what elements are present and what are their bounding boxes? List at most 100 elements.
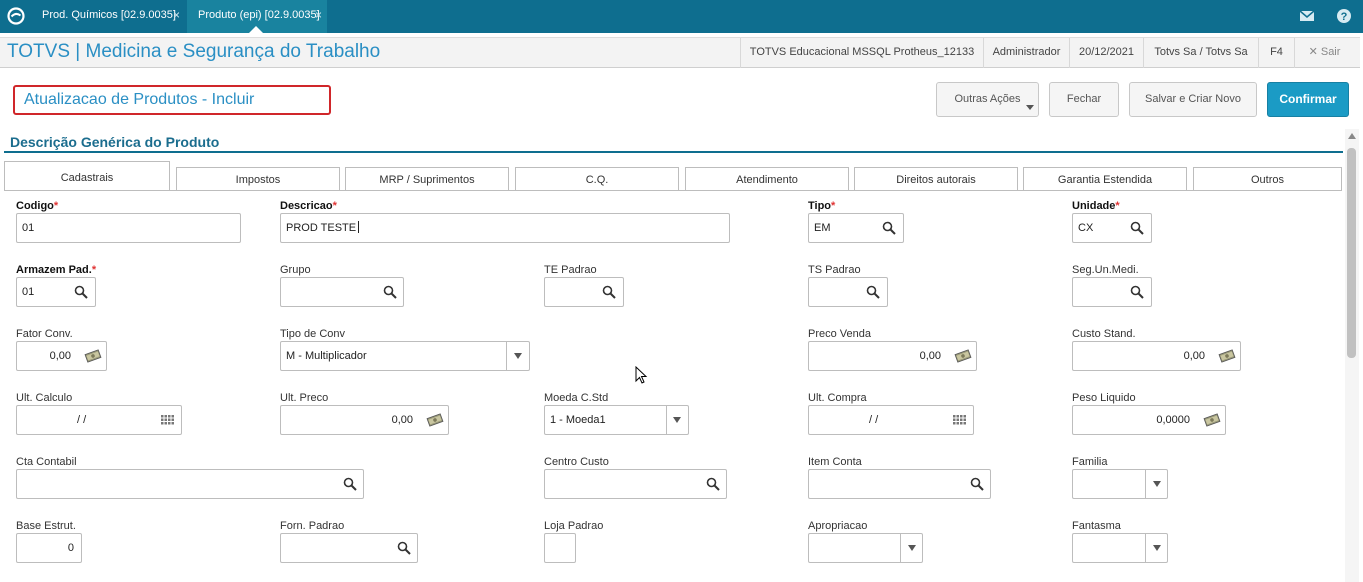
- money-icon[interactable]: [954, 349, 972, 363]
- money-icon[interactable]: [1218, 349, 1236, 363]
- mail-icon[interactable]: [1298, 8, 1316, 24]
- close-button[interactable]: Fechar: [1049, 82, 1119, 117]
- codigo-input[interactable]: 01: [16, 213, 241, 243]
- tab-atendimento[interactable]: Atendimento: [685, 167, 849, 191]
- search-icon[interactable]: [74, 285, 88, 299]
- tab-direitos-autorais[interactable]: Direitos autorais: [854, 167, 1018, 191]
- search-icon[interactable]: [383, 285, 397, 299]
- fator-conv-input[interactable]: 0,00: [16, 341, 107, 371]
- centro-custo-label: Centro Custo: [544, 456, 609, 468]
- money-icon[interactable]: [84, 349, 102, 363]
- totvs-logo-icon[interactable]: [6, 6, 26, 26]
- ult-calculo-value: / /: [77, 414, 87, 426]
- chevron-down-icon[interactable]: [673, 417, 681, 423]
- search-icon[interactable]: [397, 541, 411, 555]
- tab-prod-quimicos[interactable]: Prod. Químicos [02.9.0035] ×: [31, 0, 185, 33]
- close-icon[interactable]: ×: [173, 0, 180, 31]
- ts-padrao-input[interactable]: [808, 277, 888, 307]
- app-header: TOTVS | Medicina e Segurança do Trabalho…: [0, 37, 1360, 68]
- search-icon[interactable]: [602, 285, 616, 299]
- calendar-icon[interactable]: [952, 413, 966, 427]
- active-tab-indicator: [249, 26, 263, 33]
- ult-calculo-label: Ult. Calculo: [16, 392, 73, 404]
- tipo-value: EM: [814, 222, 831, 234]
- armazem-input[interactable]: 01: [16, 277, 96, 307]
- tab-cadastrais[interactable]: Cadastrais: [4, 161, 170, 191]
- fantasma-select[interactable]: [1072, 533, 1168, 563]
- tab-divider: [4, 190, 1342, 191]
- item-conta-input[interactable]: [808, 469, 991, 499]
- shortcut-f4[interactable]: F4: [1258, 38, 1294, 68]
- unidade-input[interactable]: CX: [1072, 213, 1152, 243]
- svg-text:?: ?: [1341, 11, 1348, 23]
- custo-stand-input[interactable]: 0,00: [1072, 341, 1241, 371]
- ult-calculo-input[interactable]: / /: [16, 405, 182, 435]
- grupo-label: Grupo: [280, 264, 311, 276]
- armazem-value: 01: [22, 286, 35, 298]
- cta-contabil-input[interactable]: [16, 469, 364, 499]
- company-info[interactable]: Totvs Sa / Totvs Sa: [1143, 38, 1258, 68]
- help-icon[interactable]: ?: [1335, 8, 1353, 24]
- forn-padrao-input[interactable]: [280, 533, 418, 563]
- search-icon[interactable]: [970, 477, 984, 491]
- confirm-button[interactable]: Confirmar: [1267, 82, 1349, 117]
- familia-label: Familia: [1072, 456, 1108, 468]
- close-icon[interactable]: ×: [315, 0, 322, 31]
- user-info[interactable]: Administrador: [983, 38, 1069, 68]
- money-icon[interactable]: [426, 413, 444, 427]
- search-icon[interactable]: [706, 477, 720, 491]
- loja-padrao-label: Loja Padrao: [544, 520, 604, 532]
- grupo-input[interactable]: [280, 277, 404, 307]
- save-and-new-button[interactable]: Salvar e Criar Novo: [1129, 82, 1257, 117]
- calendar-icon[interactable]: [160, 413, 174, 427]
- top-bar: Prod. Químicos [02.9.0035] × Produto (ep…: [0, 0, 1363, 33]
- ult-compra-label: Ult. Compra: [808, 392, 867, 404]
- search-icon[interactable]: [882, 221, 896, 235]
- centro-custo-input[interactable]: [544, 469, 727, 499]
- chevron-down-icon[interactable]: [514, 353, 522, 359]
- tipo-label: Tipo*: [808, 200, 836, 212]
- tab-produto-epi[interactable]: Produto (epi) [02.9.0035] ×: [187, 0, 327, 33]
- scroll-up-icon[interactable]: [1348, 133, 1356, 139]
- exit-button[interactable]: ✕ Sair: [1294, 38, 1354, 68]
- peso-liquido-input[interactable]: 0,0000: [1072, 405, 1226, 435]
- apropriacao-select[interactable]: [808, 533, 923, 563]
- tipo-conv-select[interactable]: M - Multiplicador: [280, 341, 530, 371]
- moeda-cstd-select[interactable]: 1 - Moeda1: [544, 405, 689, 435]
- app-title: TOTVS | Medicina e Segurança do Trabalho: [7, 41, 381, 62]
- more-actions-button[interactable]: Outras Ações: [936, 82, 1039, 117]
- search-icon[interactable]: [343, 477, 357, 491]
- chevron-down-icon[interactable]: [908, 545, 916, 551]
- tab-cq[interactable]: C.Q.: [515, 167, 679, 191]
- ult-preco-value: 0,00: [391, 414, 413, 426]
- chevron-down-icon[interactable]: [1153, 481, 1161, 487]
- tab-outros[interactable]: Outros: [1193, 167, 1342, 191]
- tab-label: Produto (epi) [02.9.0035]: [198, 9, 320, 21]
- tab-mrp-suprimentos[interactable]: MRP / Suprimentos: [345, 167, 509, 191]
- ult-preco-input[interactable]: 0,00: [280, 405, 449, 435]
- moeda-cstd-label: Moeda C.Std: [544, 392, 609, 404]
- cta-contabil-label: Cta Contabil: [16, 456, 77, 468]
- tipo-input[interactable]: EM: [808, 213, 904, 243]
- unidade-value: CX: [1078, 222, 1094, 234]
- seg-un-input[interactable]: [1072, 277, 1152, 307]
- more-actions-label: Outras Ações: [954, 93, 1021, 105]
- loja-padrao-input[interactable]: [544, 533, 576, 563]
- descricao-input[interactable]: PROD TESTE: [280, 213, 730, 243]
- tab-garantia-estendida[interactable]: Garantia Estendida: [1023, 167, 1187, 191]
- money-icon[interactable]: [1203, 413, 1221, 427]
- base-estrut-input[interactable]: 0: [16, 533, 82, 563]
- preco-venda-input[interactable]: 0,00: [808, 341, 977, 371]
- search-icon[interactable]: [866, 285, 880, 299]
- chevron-down-icon[interactable]: [1153, 545, 1161, 551]
- search-icon[interactable]: [1130, 221, 1144, 235]
- scrollbar-thumb[interactable]: [1347, 148, 1356, 358]
- base-estrut-value: 0: [67, 542, 74, 554]
- familia-select[interactable]: [1072, 469, 1168, 499]
- search-icon[interactable]: [1130, 285, 1144, 299]
- tab-impostos[interactable]: Impostos: [176, 167, 340, 191]
- te-padrao-input[interactable]: [544, 277, 624, 307]
- fantasma-label: Fantasma: [1072, 520, 1121, 532]
- ult-compra-input[interactable]: / /: [808, 405, 974, 435]
- descricao-value: PROD TESTE: [286, 222, 357, 234]
